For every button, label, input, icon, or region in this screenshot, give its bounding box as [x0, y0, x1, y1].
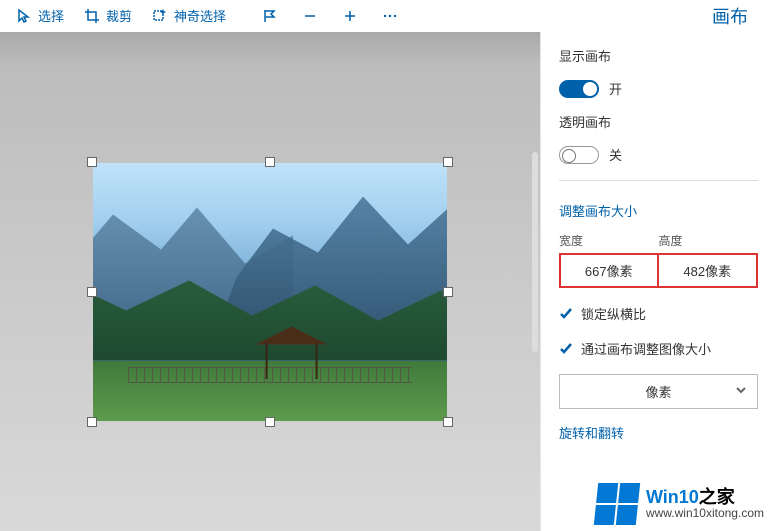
- resize-handle-tr[interactable]: [443, 157, 453, 167]
- resize-handle-bl[interactable]: [87, 417, 97, 427]
- crop-tool[interactable]: 裁剪: [76, 2, 140, 29]
- resize-image-label: 通过画布调整图像大小: [581, 339, 711, 358]
- zoom-out-button[interactable]: [292, 4, 328, 28]
- show-canvas-label: 显示画布: [559, 46, 758, 65]
- resize-handle-mr[interactable]: [443, 287, 453, 297]
- resize-image-checkbox[interactable]: 通过画布调整图像大小: [559, 339, 758, 358]
- lock-aspect-label: 锁定纵横比: [581, 304, 646, 323]
- crop-icon: [84, 8, 100, 24]
- lock-aspect-checkbox[interactable]: 锁定纵横比: [559, 304, 758, 323]
- checkmark-icon: [559, 307, 573, 321]
- canvas-scrollbar[interactable]: [532, 152, 538, 352]
- toolbar: 选择 裁剪 神奇选择 画布: [0, 0, 776, 32]
- resize-handle-tm[interactable]: [265, 157, 275, 167]
- magic-label: 神奇选择: [174, 6, 226, 25]
- select-label: 选择: [38, 6, 64, 25]
- width-input[interactable]: 667像素: [559, 253, 659, 288]
- flag-tool[interactable]: [252, 4, 288, 28]
- checkmark-icon: [559, 342, 573, 356]
- zoom-in-button[interactable]: [332, 4, 368, 28]
- transparent-canvas-state: 关: [609, 145, 622, 164]
- resize-handle-tl[interactable]: [87, 157, 97, 167]
- more-button[interactable]: [372, 4, 408, 28]
- unit-select[interactable]: 像素: [559, 374, 758, 409]
- magic-select-icon: [152, 8, 168, 24]
- watermark: Win10之家 www.win10xitong.com: [590, 479, 770, 529]
- width-label: 宽度: [559, 232, 659, 249]
- show-canvas-toggle[interactable]: [559, 80, 599, 98]
- height-label: 高度: [659, 232, 759, 249]
- transparent-canvas-label: 透明画布: [559, 112, 758, 131]
- cursor-icon: [16, 8, 32, 24]
- canvas-image: [93, 163, 447, 421]
- panel-title: 画布: [702, 1, 768, 31]
- magic-select-tool[interactable]: 神奇选择: [144, 2, 234, 29]
- select-tool[interactable]: 选择: [8, 2, 72, 29]
- show-canvas-state: 开: [609, 79, 622, 98]
- canvas-area[interactable]: [0, 32, 540, 531]
- height-input[interactable]: 482像素: [659, 253, 759, 288]
- side-panel: 显示画布 开 透明画布 关 调整画布大小 宽度 667像素 高度: [540, 32, 776, 531]
- resize-handle-bm[interactable]: [265, 417, 275, 427]
- unit-label: 像素: [645, 382, 671, 401]
- windows-logo-icon: [594, 483, 640, 525]
- resize-handle-br[interactable]: [443, 417, 453, 427]
- resize-heading: 调整画布大小: [559, 201, 758, 220]
- transparent-canvas-toggle[interactable]: [559, 146, 599, 164]
- crop-label: 裁剪: [106, 6, 132, 25]
- rotate-flip-heading: 旋转和翻转: [559, 423, 758, 442]
- chevron-down-icon: [735, 384, 747, 399]
- resize-handle-ml[interactable]: [87, 287, 97, 297]
- canvas-selection[interactable]: [93, 163, 447, 421]
